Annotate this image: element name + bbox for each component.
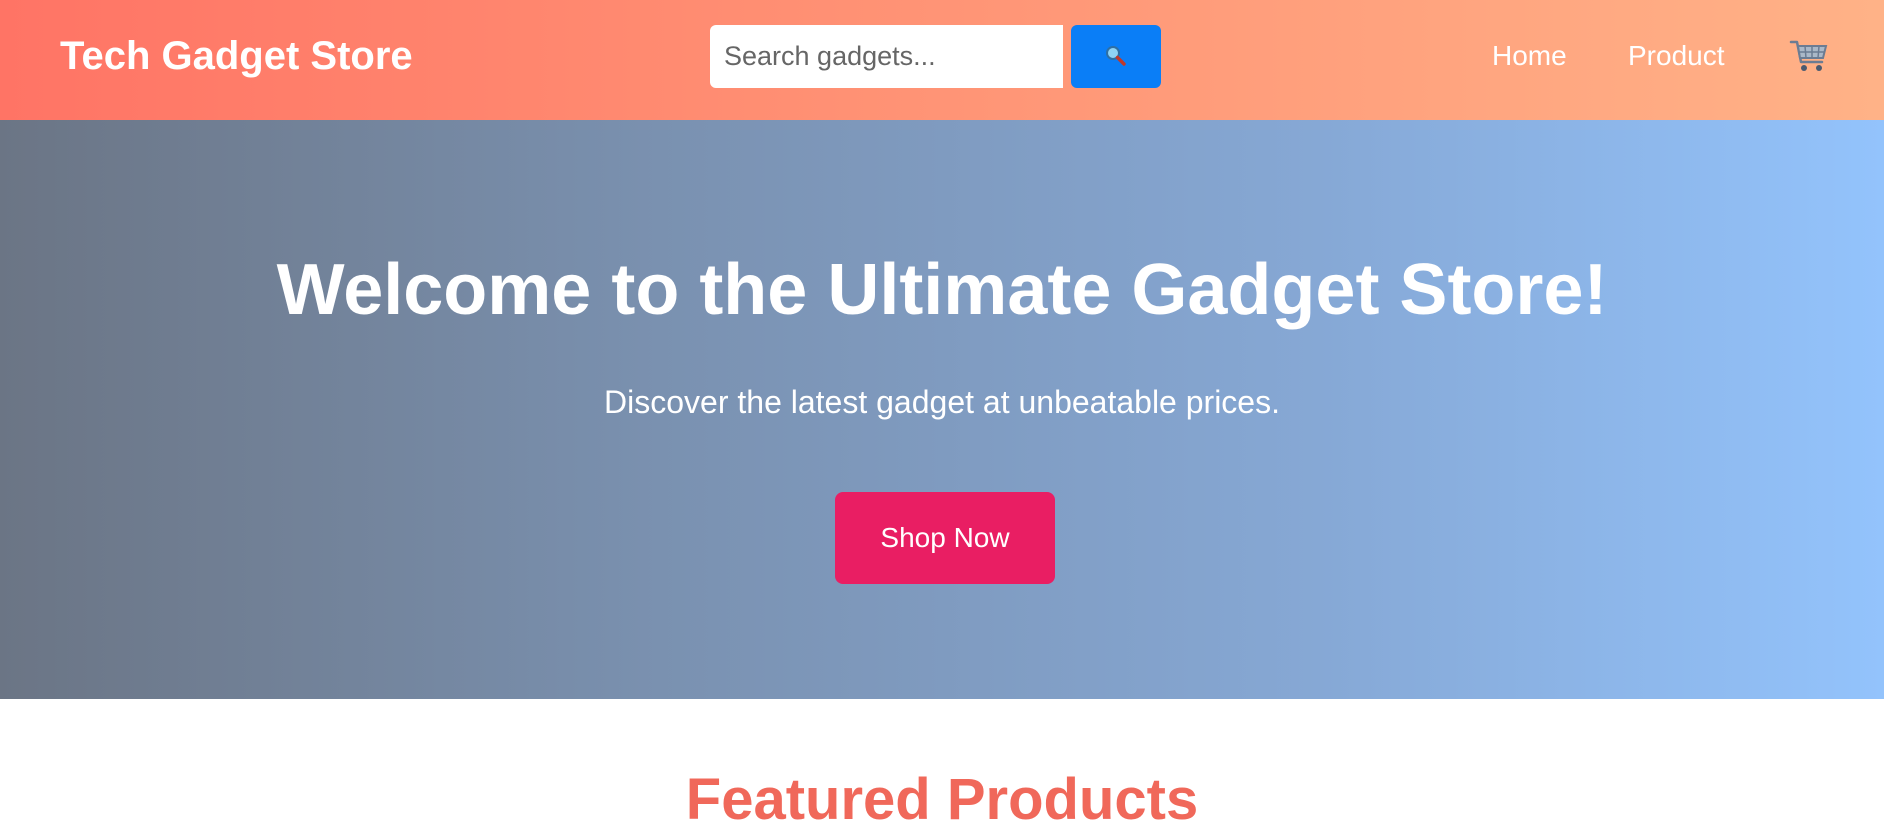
hero-banner: Welcome to the Ultimate Gadget Store! Di…: [0, 120, 1884, 699]
hero-subtitle: Discover the latest gadget at unbeatable…: [604, 384, 1280, 420]
cart-button[interactable]: [1789, 38, 1829, 74]
featured-products-heading: Featured Products: [685, 767, 1199, 832]
nav-home-link[interactable]: Home: [1492, 36, 1567, 76]
search-input[interactable]: [710, 25, 1063, 88]
site-header: Tech Gadget Store Home Product: [0, 0, 1884, 120]
shop-now-button[interactable]: Shop Now: [835, 492, 1055, 584]
hero-title: Welcome to the Ultimate Gadget Store!: [276, 250, 1608, 330]
shopping-cart-icon: [1789, 40, 1828, 71]
search-icon: [1106, 46, 1126, 66]
search-button[interactable]: [1071, 25, 1161, 88]
brand-logo[interactable]: Tech Gadget Store: [60, 32, 413, 80]
nav-product-link[interactable]: Product: [1628, 36, 1725, 76]
